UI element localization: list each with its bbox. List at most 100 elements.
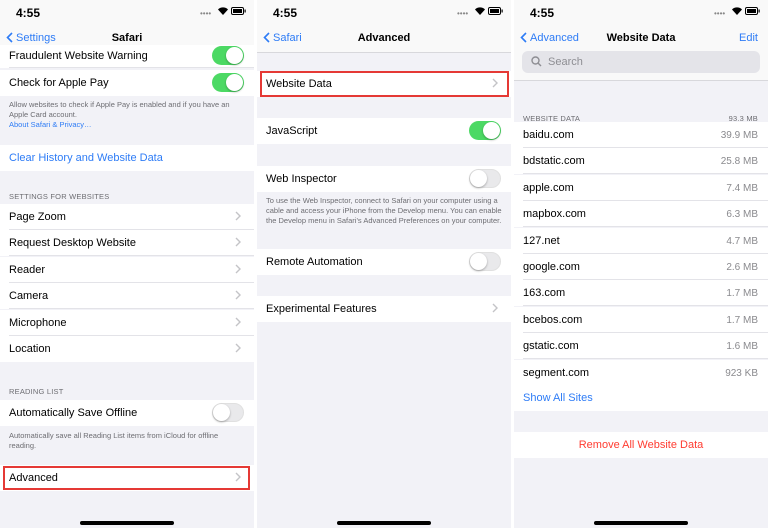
clear-history-button[interactable]: Clear History and Website Data xyxy=(0,145,254,171)
divider xyxy=(9,308,254,309)
website-name: google.com xyxy=(523,261,580,273)
row-label: Request Desktop Website xyxy=(9,237,136,249)
website-size: 1.7 MB xyxy=(726,288,758,300)
row-remote-automation: Remote Automation xyxy=(257,249,511,275)
search-input[interactable]: Search xyxy=(522,51,760,73)
home-indicator xyxy=(594,521,688,525)
chevron-right-icon xyxy=(235,343,241,353)
website-size: 6.3 MB xyxy=(726,209,758,221)
row-fraudulent-website-warning: Fraudulent Website Warning xyxy=(0,45,254,68)
website-name: segment.com xyxy=(523,366,590,379)
remove-all-website-data-button[interactable]: Remove All Website Data xyxy=(514,432,768,458)
website-name: 163.com xyxy=(523,287,566,300)
website-row[interactable]: gstatic.com 1.6 MB xyxy=(514,333,768,360)
row-label: Remote Automation xyxy=(266,256,363,268)
website-name: bcebos.com xyxy=(523,313,583,326)
auto-save-offline-toggle[interactable] xyxy=(212,403,244,422)
row-web-inspector: Web Inspector xyxy=(257,166,511,192)
row-label: Experimental Features xyxy=(266,303,377,315)
chevron-right-icon xyxy=(235,264,241,274)
search-placeholder: Search xyxy=(548,56,583,68)
website-row[interactable]: 127.net 4.7 MB xyxy=(514,227,768,254)
chevron-right-icon xyxy=(492,303,498,313)
chevron-right-icon xyxy=(235,317,241,327)
website-name: baidu.com xyxy=(523,129,574,141)
row-label: Reader xyxy=(9,264,46,276)
website-row[interactable]: google.com 2.6 MB xyxy=(514,254,768,280)
row-auto-save-offline: Automatically Save Offline xyxy=(0,400,254,426)
status-time: 4:55 xyxy=(273,6,298,20)
website-size: 923 KB xyxy=(725,367,758,379)
row-check-apple-pay: Check for Apple Pay xyxy=(0,70,254,96)
row-label: Web Inspector xyxy=(266,173,337,185)
search-icon xyxy=(531,56,542,67)
row-javascript: JavaScript xyxy=(257,118,511,144)
home-indicator xyxy=(337,521,431,525)
auto-save-footer: Automatically save all Reading List item… xyxy=(9,431,219,450)
row-request-desktop-website[interactable]: Request Desktop Website xyxy=(0,230,254,256)
toggle-knob xyxy=(470,170,487,187)
status-icons: •••• xyxy=(457,5,503,19)
navigation-bar: Safari Advanced xyxy=(257,24,511,53)
website-data-screen: 4:55 •••• Advanced Website Data Edit Sea… xyxy=(514,0,768,528)
row-reader[interactable]: Reader xyxy=(0,257,254,283)
page-title: Advanced xyxy=(357,32,411,44)
row-experimental-features[interactable]: Experimental Features xyxy=(257,296,511,322)
website-name: gstatic.com xyxy=(523,340,579,353)
signal-icon: •••• xyxy=(457,9,469,18)
row-microphone[interactable]: Microphone xyxy=(0,310,254,336)
website-size: 2.6 MB xyxy=(726,262,758,273)
show-all-sites-button[interactable]: Show All Sites xyxy=(514,385,768,411)
website-row[interactable]: bdstatic.com 25.8 MB xyxy=(514,148,768,175)
website-row[interactable]: bcebos.com 1.7 MB xyxy=(514,306,768,333)
signal-icon: •••• xyxy=(714,9,726,18)
edit-button[interactable]: Edit xyxy=(739,32,758,44)
chevron-right-icon xyxy=(235,290,241,300)
divider xyxy=(9,67,254,68)
website-row[interactable]: segment.com 923 KB xyxy=(514,359,768,386)
toggle-knob xyxy=(470,253,487,270)
advanced-screen: 4:55 •••• Safari Advanced Website Data J… xyxy=(257,0,511,528)
website-name: bdstatic.com xyxy=(523,155,585,168)
row-location[interactable]: Location xyxy=(0,336,254,362)
toggle-knob xyxy=(483,122,500,139)
fraudulent-warning-toggle[interactable] xyxy=(212,46,244,65)
apple-pay-toggle[interactable] xyxy=(212,73,244,92)
chevron-right-icon xyxy=(235,237,241,247)
section-header-settings-for-websites: SETTINGS FOR WEBSITES xyxy=(9,192,110,201)
website-name: apple.com xyxy=(523,181,574,194)
web-inspector-toggle[interactable] xyxy=(469,169,501,188)
status-time: 4:55 xyxy=(16,6,41,20)
signal-icon: •••• xyxy=(200,9,212,18)
status-icons: •••• xyxy=(200,5,246,19)
website-size: 39.9 MB xyxy=(720,130,758,141)
website-name: mapbox.com xyxy=(523,208,586,221)
status-bar: 4:55 •••• xyxy=(0,0,254,24)
website-row[interactable]: apple.com 7.4 MB xyxy=(514,174,768,201)
page-title: Website Data xyxy=(606,32,676,44)
page-title: Safari xyxy=(111,32,143,44)
safari-settings-screen: 4:55 •••• Settings Safari Fraudulent Web… xyxy=(0,0,254,528)
section-header-reading-list: READING LIST xyxy=(9,387,64,396)
website-row[interactable]: mapbox.com 6.3 MB xyxy=(514,201,768,228)
website-row[interactable]: 163.com 1.7 MB xyxy=(514,280,768,307)
status-icons: •••• xyxy=(714,5,760,19)
row-label: Fraudulent Website Warning xyxy=(9,50,148,62)
apple-pay-footer: Allow websites to check if Apple Pay is … xyxy=(9,100,246,130)
javascript-toggle[interactable] xyxy=(469,121,501,140)
row-page-zoom[interactable]: Page Zoom xyxy=(0,204,254,230)
status-bar: 4:55 •••• xyxy=(514,0,768,24)
website-row[interactable]: baidu.com 39.9 MB xyxy=(514,122,768,148)
row-label: Remove All Website Data xyxy=(578,439,704,451)
website-name: 127.net xyxy=(523,234,560,247)
row-label: Microphone xyxy=(9,317,67,329)
toggle-knob xyxy=(226,74,243,91)
toggle-knob xyxy=(226,47,243,64)
remote-automation-toggle[interactable] xyxy=(469,252,501,271)
chevron-right-icon xyxy=(235,211,241,221)
home-indicator xyxy=(80,521,174,525)
row-label: Check for Apple Pay xyxy=(9,77,109,89)
about-safari-privacy-link[interactable]: About Safari & Privacy… xyxy=(9,120,92,129)
row-camera[interactable]: Camera xyxy=(0,283,254,309)
website-size: 4.7 MB xyxy=(726,235,758,247)
